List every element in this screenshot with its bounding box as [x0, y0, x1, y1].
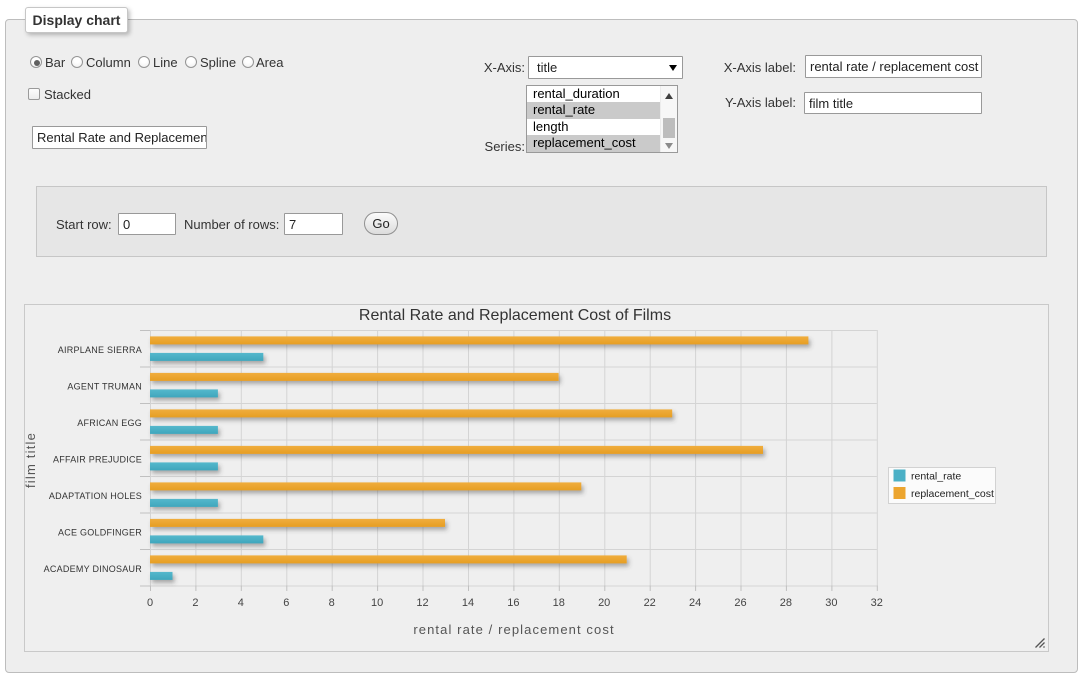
svg-text:8: 8	[329, 597, 335, 609]
svg-text:AFRICAN EGG: AFRICAN EGG	[77, 418, 142, 428]
svg-text:Rental Rate and Replacement Co: Rental Rate and Replacement Cost of Film…	[359, 307, 671, 324]
svg-text:22: 22	[644, 597, 656, 609]
svg-text:10: 10	[371, 597, 383, 609]
svg-text:6: 6	[283, 597, 289, 609]
svg-text:rental_rate: rental_rate	[911, 471, 961, 483]
svg-text:12: 12	[416, 597, 428, 609]
svg-text:18: 18	[553, 597, 565, 609]
svg-text:30: 30	[825, 597, 837, 609]
svg-text:rental rate / replacement cost: rental rate / replacement cost	[413, 622, 614, 637]
svg-text:28: 28	[780, 597, 792, 609]
svg-text:ACE GOLDFINGER: ACE GOLDFINGER	[58, 527, 142, 537]
svg-text:16: 16	[507, 597, 519, 609]
svg-text:ADAPTATION HOLES: ADAPTATION HOLES	[49, 491, 142, 501]
svg-text:14: 14	[462, 597, 474, 609]
svg-text:24: 24	[689, 597, 701, 609]
svg-text:4: 4	[238, 597, 244, 609]
svg-text:ACADEMY DINOSAUR: ACADEMY DINOSAUR	[44, 564, 143, 574]
svg-text:20: 20	[598, 597, 610, 609]
svg-text:0: 0	[147, 597, 153, 609]
svg-text:AIRPLANE SIERRA: AIRPLANE SIERRA	[58, 345, 142, 355]
svg-text:film title: film title	[25, 432, 38, 488]
svg-text:AGENT TRUMAN: AGENT TRUMAN	[67, 382, 142, 392]
svg-text:26: 26	[734, 597, 746, 609]
svg-text:AFFAIR PREJUDICE: AFFAIR PREJUDICE	[53, 454, 142, 464]
svg-text:2: 2	[192, 597, 198, 609]
svg-text:32: 32	[871, 597, 883, 609]
svg-text:replacement_cost: replacement_cost	[911, 488, 994, 500]
